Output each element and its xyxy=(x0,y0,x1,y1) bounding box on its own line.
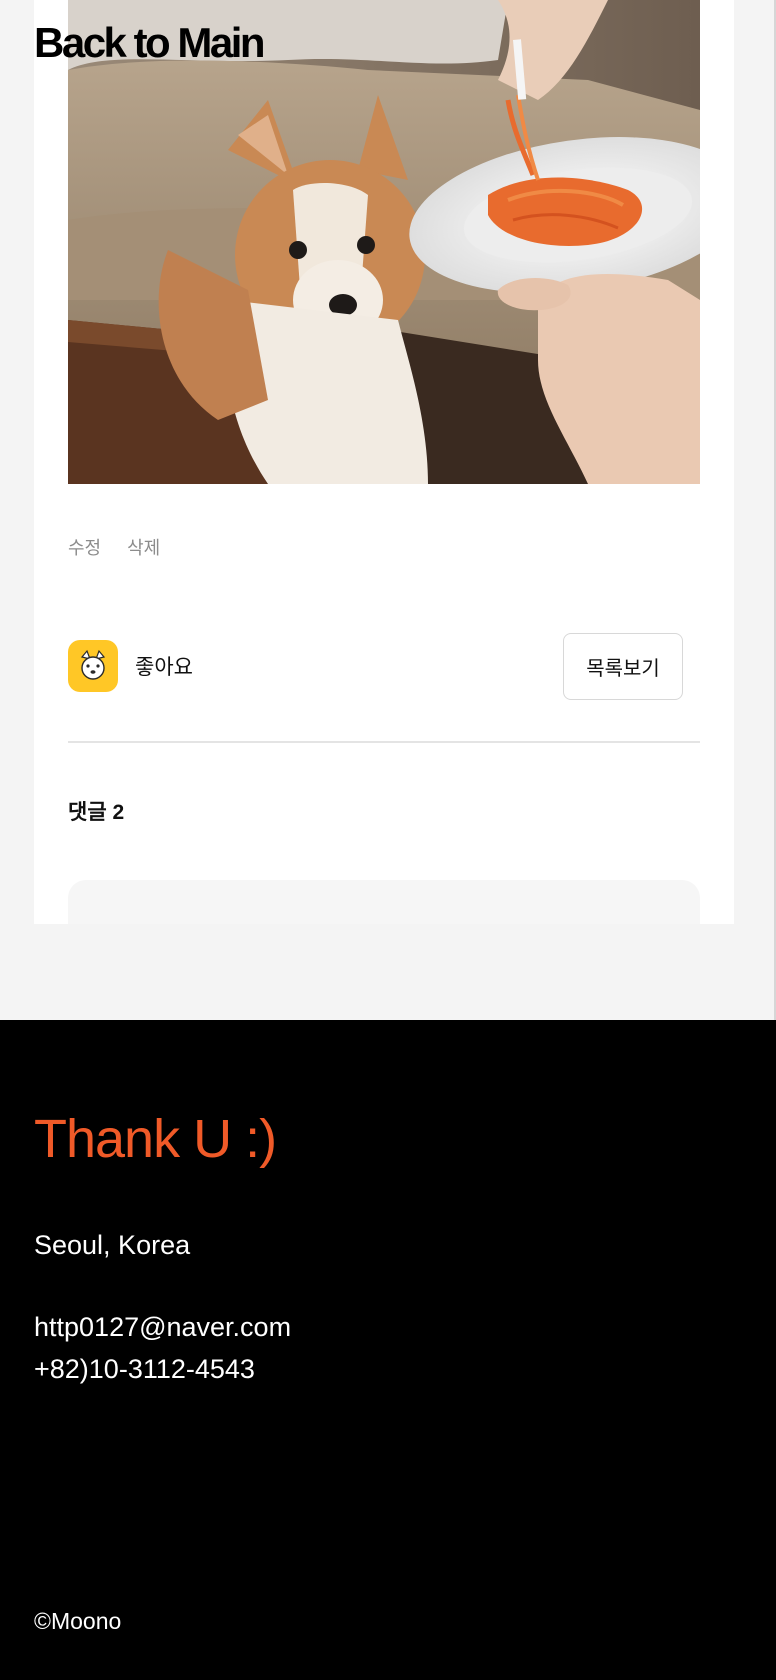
footer: Thank U :) Seoul, Korea http0127@naver.c… xyxy=(0,1020,776,1680)
footer-copyright: ©Moono xyxy=(34,1608,122,1634)
footer-thank-you: Thank U :) xyxy=(34,1109,277,1169)
delete-button[interactable]: 삭제 xyxy=(127,534,160,560)
post-actions: 수정 삭제 xyxy=(68,534,160,560)
back-to-main-link[interactable]: Back to Main xyxy=(34,22,266,64)
footer-phone-link[interactable]: +82)10-3112-4543 xyxy=(34,1354,255,1385)
footer-city: Seoul, Korea xyxy=(34,1230,191,1260)
footer-email-link[interactable]: http0127@naver.com xyxy=(34,1312,291,1343)
comments-title: 댓글 2 xyxy=(68,801,125,824)
page: Back to Main 수정 삭제 좋아요 목록보기 댓글 2 Thank U… xyxy=(0,0,776,1680)
like-row: 좋아요 xyxy=(68,640,193,692)
divider xyxy=(68,741,700,743)
corgi-pasta-photo xyxy=(68,0,700,484)
like-label: 좋아요 xyxy=(135,656,193,679)
post-photo xyxy=(68,0,700,484)
comment-item xyxy=(68,880,700,924)
corgi-face-icon-svg xyxy=(80,649,106,680)
corgi-face-icon[interactable] xyxy=(68,640,118,692)
edit-button[interactable]: 수정 xyxy=(68,534,101,560)
list-view-button[interactable]: 목록보기 xyxy=(563,633,683,700)
